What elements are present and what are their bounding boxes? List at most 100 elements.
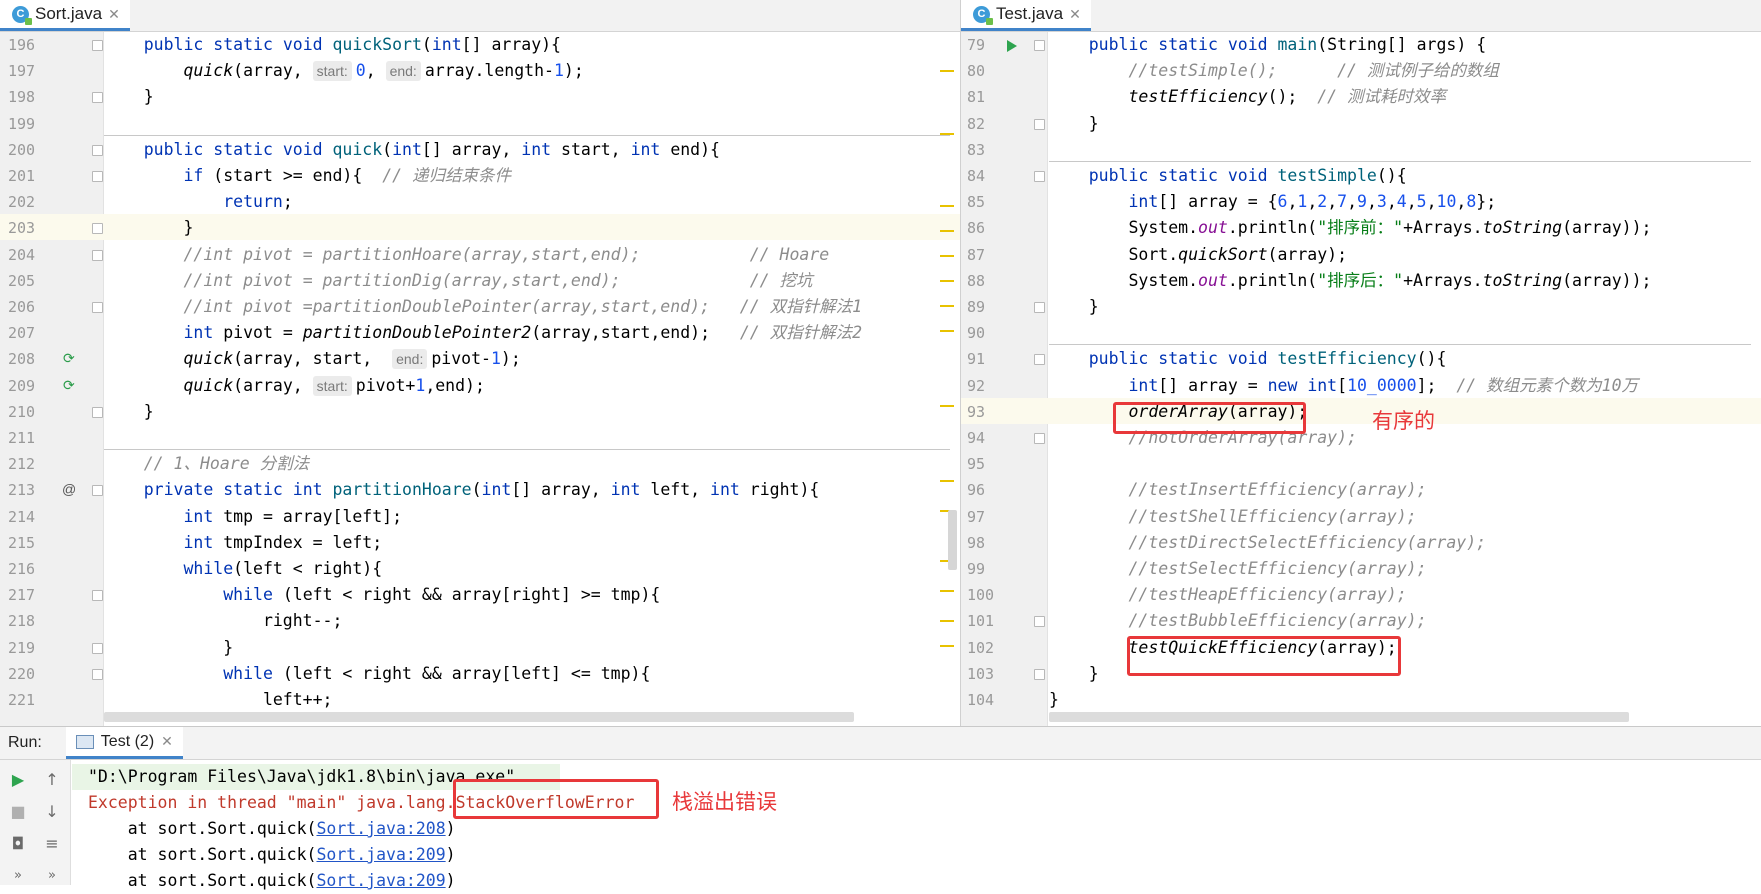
code-line[interactable]: quick(array, start: 0, end: array.length-1… — [104, 58, 584, 84]
code-line[interactable]: while(left < right){ — [104, 556, 382, 582]
camera-icon[interactable]: ◘ — [8, 834, 28, 854]
code-line[interactable]: public static void main(String[] args) { — [1049, 32, 1486, 58]
code-line[interactable]: int tmp = array[left]; — [104, 504, 402, 530]
code-line[interactable]: int[] array = new int[10_0000]; // 数组元素个… — [1049, 373, 1638, 399]
warning-stripe[interactable] — [940, 133, 954, 135]
code-line[interactable]: System.out.println("排序前："+Arrays.toStrin… — [1049, 215, 1651, 241]
fold-icon[interactable] — [1034, 40, 1045, 51]
horizontal-scrollbar[interactable] — [104, 712, 854, 722]
fold-icon[interactable] — [92, 171, 103, 182]
code-line[interactable]: return; — [104, 189, 293, 215]
warning-stripe[interactable] — [940, 645, 954, 647]
fold-icon[interactable] — [1034, 354, 1045, 366]
tab-sort-java[interactable]: C Sort.java ✕ — [0, 0, 130, 31]
code-line[interactable]: //testSimple(); // 测试例子给的数组 — [1049, 58, 1498, 84]
code-line[interactable]: //int pivot = partitionHoare(array,start… — [104, 242, 829, 268]
code-line[interactable]: } — [104, 635, 233, 661]
code-line[interactable]: public static void quick(int[] array, in… — [104, 137, 720, 163]
fold-icon[interactable] — [1034, 668, 1045, 680]
code-line[interactable]: //testInsertEfficiency(array); — [1049, 477, 1426, 503]
code-line[interactable]: } — [1049, 661, 1099, 687]
vertical-scrollbar[interactable] — [948, 510, 957, 570]
code-line[interactable]: //testBubbleEfficiency(array); — [1049, 608, 1426, 634]
code-line[interactable]: right--; — [104, 608, 342, 634]
fold-icon[interactable] — [92, 223, 103, 235]
fold-icon[interactable] — [92, 590, 103, 602]
source-link[interactable]: Sort.java:209 — [316, 871, 445, 890]
code-line[interactable]: } — [1049, 294, 1099, 320]
fold-icon[interactable] — [1034, 616, 1045, 628]
run-main-icon[interactable] — [1007, 40, 1017, 52]
code-line[interactable]: int[] array = {6,1,2,7,9,3,4,5,10,8}; — [1049, 189, 1496, 215]
right-editor-pane[interactable]: C Test.java ✕ 79 public static void main… — [961, 0, 1761, 726]
run-panel[interactable]: Run: Test (2) ✕ ▶ ↑ ■ ↓ ◘ ≡ » » "D:\Prog… — [0, 726, 1761, 890]
warning-stripe[interactable] — [940, 405, 954, 407]
warning-stripe[interactable] — [940, 205, 954, 207]
code-line[interactable]: //testSelectEfficiency(array); — [1049, 556, 1426, 582]
fold-icon[interactable] — [1034, 171, 1045, 182]
more-icon[interactable]: » — [42, 866, 62, 886]
fold-icon[interactable] — [1034, 302, 1045, 313]
code-line[interactable]: //testShellEfficiency(array); — [1049, 504, 1416, 530]
recursive-call-icon[interactable]: ⟳ — [63, 377, 75, 394]
code-line[interactable]: //int pivot =partitionDoublePointer(arra… — [104, 294, 862, 320]
close-icon[interactable]: ✕ — [108, 6, 120, 23]
run-tab-test[interactable]: Test (2) ✕ — [65, 727, 183, 759]
stop-icon[interactable]: ■ — [8, 802, 28, 822]
warning-stripe[interactable] — [940, 305, 954, 307]
code-line[interactable]: int pivot = partitionDoublePointer2(arra… — [104, 320, 862, 346]
fold-icon[interactable] — [1034, 433, 1045, 444]
annotation-icon[interactable]: @ — [62, 481, 76, 497]
code-line[interactable]: while (left < right && array[right] >= t… — [104, 582, 660, 608]
tab-test-java[interactable]: C Test.java ✕ — [961, 0, 1091, 31]
code-line[interactable]: while (left < right && array[left] <= tm… — [104, 661, 650, 687]
fold-icon[interactable] — [92, 40, 103, 51]
fold-icon[interactable] — [92, 92, 103, 104]
code-line[interactable]: left++; — [104, 687, 333, 713]
fold-icon[interactable] — [92, 249, 103, 261]
code-line[interactable]: if (start >= end){ // 递归结束条件 — [104, 163, 511, 189]
code-line[interactable]: private static int partitionHoare(int[] … — [104, 477, 820, 503]
fold-icon[interactable] — [92, 668, 103, 680]
code-line[interactable]: //testHeapEfficiency(array); — [1049, 582, 1406, 608]
fold-icon[interactable] — [1034, 118, 1045, 130]
warning-stripe[interactable] — [940, 70, 954, 72]
code-line[interactable]: //testDirectSelectEfficiency(array); — [1049, 530, 1486, 556]
scroll-up-icon[interactable]: ↑ — [42, 770, 62, 790]
code-line[interactable]: // 1、Hoare 分割法 — [104, 451, 309, 477]
warning-stripe[interactable] — [940, 480, 954, 482]
code-line[interactable]: public static void quickSort(int[] array… — [104, 32, 561, 58]
fold-icon[interactable] — [92, 302, 103, 313]
scroll-down-icon[interactable]: ↓ — [42, 802, 62, 822]
code-line[interactable]: testEfficiency(); // 测试耗时效率 — [1049, 84, 1446, 110]
fold-icon[interactable] — [92, 485, 103, 497]
close-icon[interactable]: ✕ — [161, 733, 173, 750]
fold-icon[interactable] — [92, 642, 103, 654]
close-icon[interactable]: ✕ — [1069, 6, 1081, 23]
code-line[interactable]: //int pivot = partitionDig(array,start,e… — [104, 268, 812, 294]
rerun-icon[interactable]: ▶ — [8, 770, 28, 790]
code-line[interactable]: public static void testEfficiency(){ — [1049, 346, 1447, 372]
code-line[interactable]: } — [1049, 687, 1059, 713]
fold-icon[interactable] — [92, 144, 103, 156]
code-line[interactable]: quick(array, start, end: pivot-1); — [104, 346, 521, 372]
code-line[interactable]: int tmpIndex = left; — [104, 530, 382, 556]
fold-icon[interactable] — [92, 406, 103, 418]
code-line[interactable]: } — [104, 399, 154, 425]
more-icon[interactable]: » — [8, 866, 28, 886]
code-line[interactable]: } — [104, 84, 154, 110]
code-line[interactable]: quick(array, start: pivot+1,end); — [104, 373, 485, 399]
code-line[interactable]: public static void testSimple(){ — [1049, 163, 1407, 189]
horizontal-scrollbar[interactable] — [1049, 712, 1629, 722]
left-editor-pane[interactable]: C Sort.java ✕ 196 public static void qui… — [0, 0, 961, 726]
warning-stripe[interactable] — [940, 330, 954, 332]
source-link[interactable]: Sort.java:208 — [316, 819, 445, 838]
code-line[interactable]: } — [1049, 111, 1099, 137]
code-line[interactable]: Sort.quickSort(array); — [1049, 242, 1347, 268]
warning-stripe[interactable] — [940, 230, 954, 232]
recursive-call-icon[interactable]: ⟳ — [63, 350, 75, 367]
warning-stripe[interactable] — [940, 255, 954, 257]
source-link[interactable]: Sort.java:209 — [316, 845, 445, 864]
warning-stripe[interactable] — [940, 280, 954, 282]
code-line[interactable]: System.out.println("排序后："+Arrays.toStrin… — [1049, 268, 1651, 294]
